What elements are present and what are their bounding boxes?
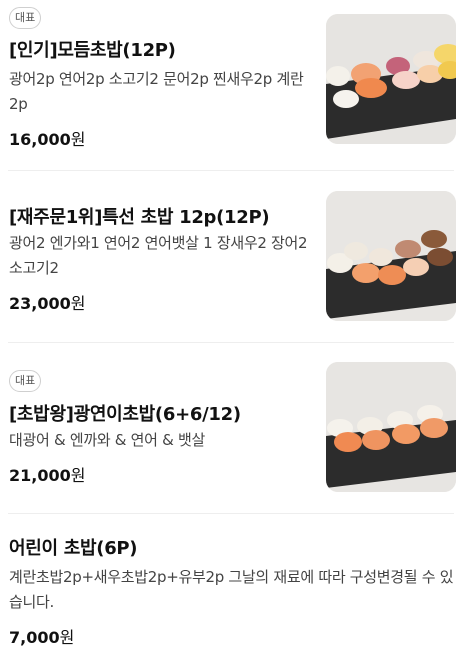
price-unit: 원 <box>70 294 86 313</box>
sushi-special-image[interactable] <box>326 191 456 321</box>
price-unit: 원 <box>70 466 86 485</box>
menu-item-title: [인기]모듬초밥(12P) <box>9 40 176 61</box>
sushi-special-illustration <box>326 191 456 321</box>
menu-item[interactable]: 대표 [초밥왕]광연이초밥(6+6/12) 대광어 & 엔까와 & 연어 & 뱃… <box>0 343 462 513</box>
menu-item-title: 어린이 초밥(6P) <box>9 538 138 559</box>
representative-badge: 대표 <box>9 370 42 392</box>
menu-item-price: 21,000원 <box>9 462 85 486</box>
menu-list: 대표 [인기]모듬초밥(12P) 광어2p 연어2p 소고기2 문어2p 찐새우… <box>0 0 462 668</box>
sushi-assorted-image[interactable] <box>326 14 456 144</box>
sushi-salmon-flatfish-illustration <box>326 362 456 492</box>
menu-item[interactable]: [재주문1위]특선 초밥 12p(12P) 광어2 엔가와1 연어2 연어뱃살 … <box>0 171 462 341</box>
representative-badge: 대표 <box>9 7 42 29</box>
sushi-assorted-illustration <box>326 14 456 144</box>
price-amount: 16,000 <box>9 130 71 149</box>
menu-item[interactable]: 대표 [인기]모듬초밥(12P) 광어2p 연어2p 소고기2 문어2p 찐새우… <box>0 0 462 170</box>
sushi-salmon-flatfish-image[interactable] <box>326 362 456 492</box>
menu-item-price: 16,000원 <box>9 126 85 150</box>
menu-item-description: 계란초밥2p+새우초밥2p+유부2p 그날의 재료에 따라 구성변경될 수 있습… <box>9 568 454 611</box>
menu-item-description: 광어2p 연어2p 소고기2 문어2p 찐새우2p 계란2p <box>9 70 304 113</box>
menu-item-price: 7,000원 <box>9 624 74 648</box>
price-amount: 21,000 <box>9 466 71 485</box>
price-unit: 원 <box>59 628 75 647</box>
menu-item-price: 23,000원 <box>9 290 85 314</box>
menu-item-description: 대광어 & 엔까와 & 연어 & 뱃살 <box>9 431 205 449</box>
menu-item-title: [재주문1위]특선 초밥 12p(12P) <box>9 207 270 228</box>
menu-item[interactable]: 어린이 초밥(6P) 계란초밥2p+새우초밥2p+유부2p 그날의 재료에 따라… <box>0 514 462 668</box>
price-unit: 원 <box>70 130 86 149</box>
menu-item-description: 광어2 엔가와1 연어2 연어뱃살 1 장새우2 장어2 소고기2 <box>9 234 308 277</box>
menu-item-title: [초밥왕]광연이초밥(6+6/12) <box>9 404 241 425</box>
price-amount: 23,000 <box>9 294 71 313</box>
price-amount: 7,000 <box>9 628 60 647</box>
